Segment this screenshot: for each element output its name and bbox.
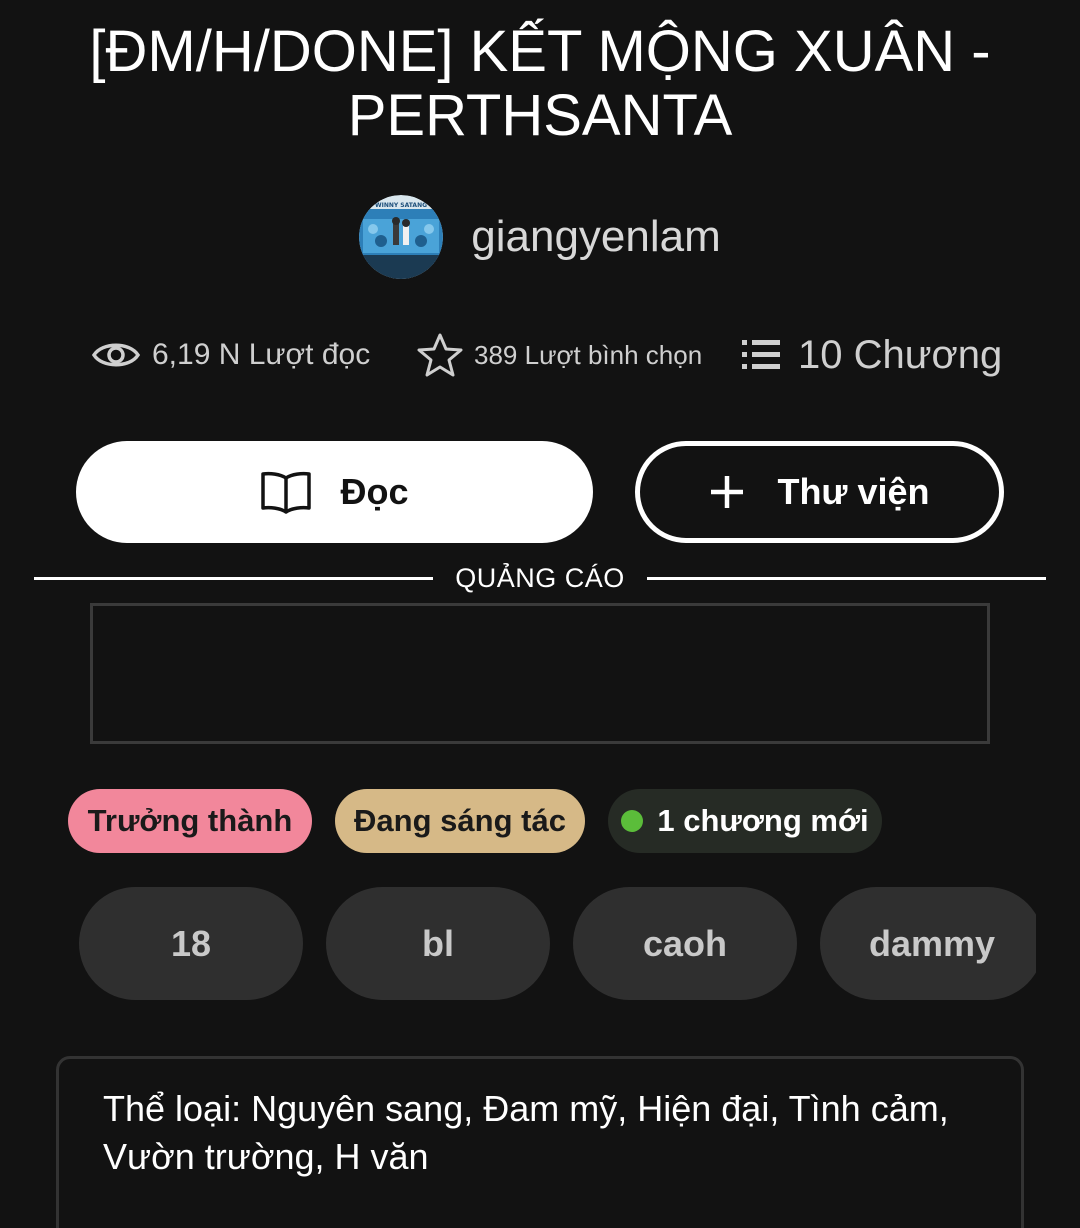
- tag-caoh[interactable]: caoh: [573, 887, 797, 1000]
- author-avatar[interactable]: WINNY SATANG: [359, 195, 444, 279]
- book-icon: [261, 471, 312, 514]
- stat-parts: 10 Chương: [742, 330, 1002, 380]
- stat-reads: 6,19 N Lượt đọc: [92, 330, 370, 380]
- ad-divider: QUẢNG CÁO: [34, 560, 1046, 596]
- story-stats: 6,19 N Lượt đọc 389 Lượt bình chọn 10 Ch…: [0, 330, 1080, 380]
- star-icon: [417, 333, 463, 377]
- read-button-label: Đọc: [340, 471, 409, 512]
- mature-badge: Trưởng thành: [68, 789, 312, 853]
- new-chapter-dot: [621, 810, 644, 832]
- description-text: Thể loại: Nguyên sang, Đam mỹ, Hiện đại,…: [103, 1088, 949, 1177]
- author-row[interactable]: WINNY SATANG giangyenlam: [0, 195, 1080, 279]
- read-button[interactable]: Đọc: [76, 441, 593, 543]
- reads-count: 6,19 N Lượt đọc: [152, 338, 371, 371]
- library-button-label: Thư viện: [777, 471, 930, 512]
- tag-dammy[interactable]: dammy: [820, 887, 1036, 1000]
- story-title: [ĐM/H/DONE] KẾT MỘNG XUÂN - PERTHSANTA: [89, 19, 991, 148]
- author-name[interactable]: giangyenlam: [471, 212, 721, 262]
- stat-votes: 389 Lượt bình chọn: [416, 330, 702, 380]
- tag-18[interactable]: 18: [79, 887, 303, 1000]
- list-icon: [742, 340, 780, 369]
- ad-slot[interactable]: [90, 603, 990, 744]
- plus-icon: [711, 476, 744, 508]
- parts-count: 10 Chương: [798, 332, 1003, 377]
- add-to-library-button[interactable]: Thư viện: [635, 441, 1004, 543]
- tag-list[interactable]: 18 bl caoh dammy: [0, 887, 1036, 1001]
- tag-bl[interactable]: bl: [326, 887, 550, 1000]
- new-chapter-badge: 1 chương mới: [608, 789, 882, 853]
- divider-line-left: [34, 576, 434, 580]
- eye-icon: [92, 343, 140, 367]
- ad-label: QUẢNG CÁO: [455, 562, 625, 593]
- votes-count: 389 Lượt bình chọn: [474, 339, 703, 370]
- avatar-caption: WINNY SATANG: [375, 202, 427, 209]
- new-chapter-label: 1 chương mới: [657, 803, 869, 838]
- story-description: Thể loại: Nguyên sang, Đam mỹ, Hiện đại,…: [56, 1056, 1024, 1228]
- ongoing-badge: Đang sáng tác: [335, 789, 585, 853]
- divider-line-right: [646, 576, 1046, 580]
- story-page: [ĐM/H/DONE] KẾT MỘNG XUÂN - PERTHSANTA W…: [0, 0, 1080, 1228]
